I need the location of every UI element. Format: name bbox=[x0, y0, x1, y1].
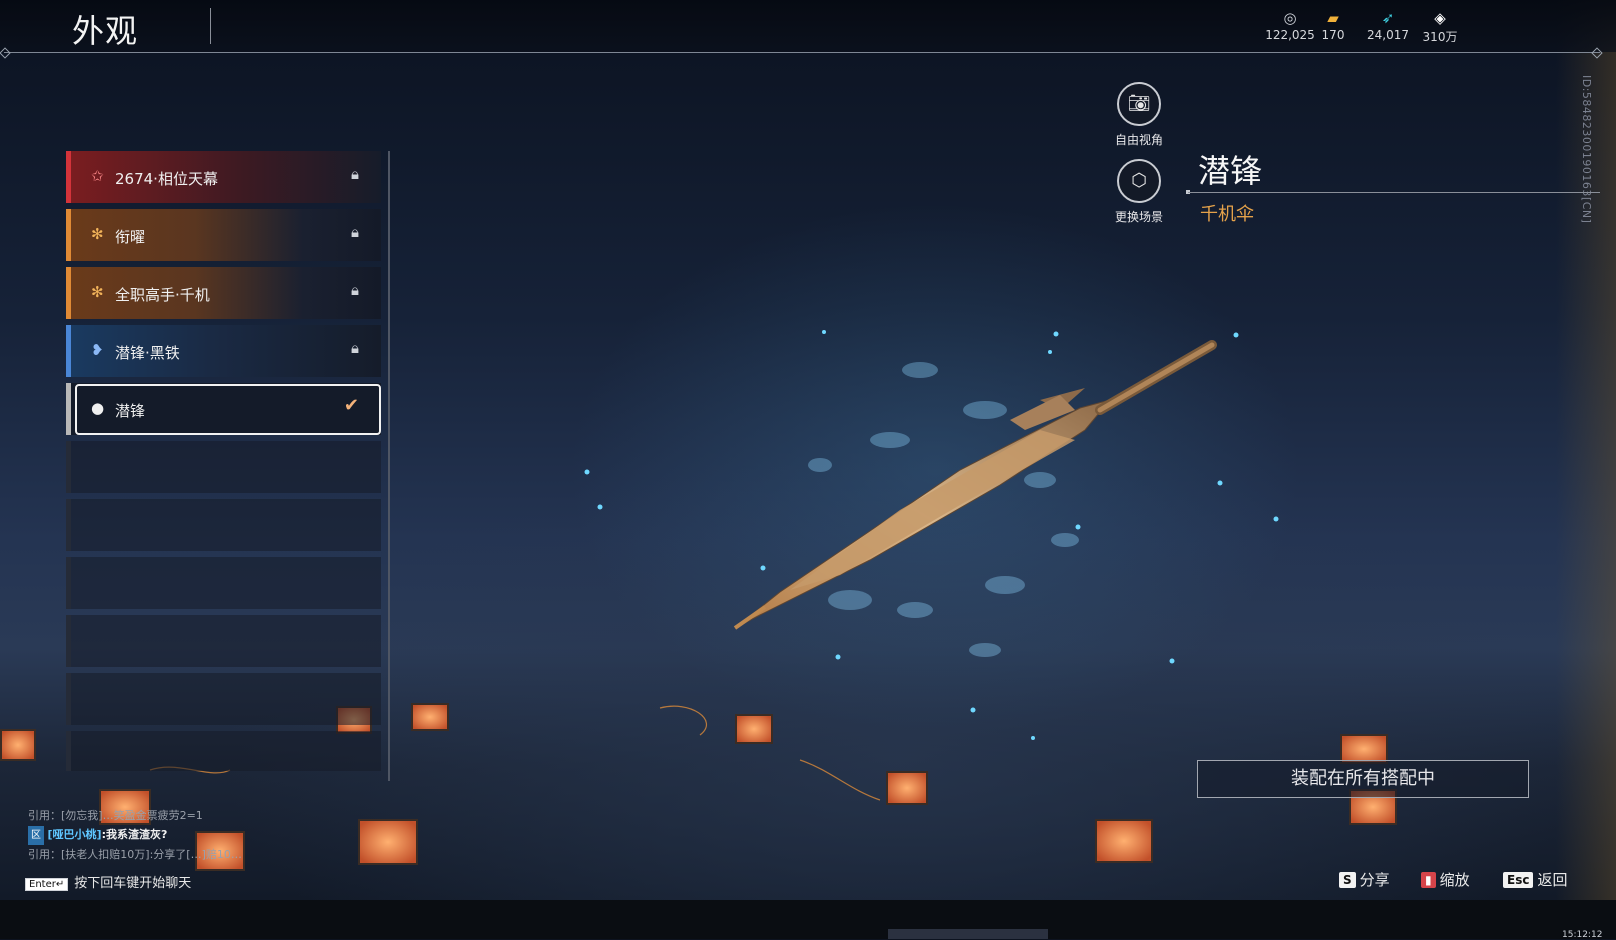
camera-icon: 📷︎ bbox=[1127, 93, 1151, 114]
change-scene-label: 更换场景 bbox=[1114, 210, 1163, 224]
skin-item-qianfeng-heitie[interactable]: ❥ 潜锋·黑铁 🔒︎ bbox=[66, 325, 381, 377]
checkmark-icon: ✔ bbox=[343, 395, 359, 416]
title-separator bbox=[210, 8, 211, 44]
blue-gem-icon: ❥ bbox=[91, 341, 104, 359]
skin-item-quanzhi[interactable]: ✻ 全职高手·千机 🔒︎ bbox=[66, 267, 381, 319]
skin-item-xianyao[interactable]: ✻ 衔曜 🔒︎ bbox=[66, 209, 381, 261]
zoom-hint[interactable]: ▮ 缩放 bbox=[1421, 869, 1470, 890]
white-gem-icon: ● bbox=[91, 399, 105, 417]
lock-icon: 🔒︎ bbox=[351, 281, 359, 299]
cube-icon: ⬡ bbox=[1131, 170, 1147, 191]
orange-gem-icon: ✻ bbox=[91, 225, 104, 243]
gold-ticket-icon: ▰ bbox=[1327, 9, 1339, 27]
key-s: S bbox=[1339, 872, 1356, 888]
key-esc: Esc bbox=[1503, 872, 1534, 888]
skin-item-qianfeng[interactable]: ● 潜锋 ✔ bbox=[66, 383, 381, 435]
channel-badge: 区 bbox=[28, 826, 44, 845]
currency-feather[interactable]: ➶ 24,017 bbox=[1357, 8, 1419, 42]
empty-slot bbox=[66, 673, 381, 725]
free-view-button[interactable]: 📷︎ bbox=[1117, 82, 1161, 126]
chat-message: :我系渣渣灰? bbox=[101, 828, 168, 841]
os-taskbar bbox=[0, 900, 1616, 939]
currency-diamond-value: 310万 bbox=[1422, 30, 1458, 44]
umbrella-weapon-model bbox=[733, 340, 1217, 630]
chat-input-label: 按下回车键开始聊天 bbox=[74, 876, 192, 891]
equip-all-outfits-button[interactable]: 装配在所有搭配中 bbox=[1197, 760, 1529, 798]
chat-line: 引用：[勿忘我]…笑盈金票疲劳2=1 bbox=[28, 809, 203, 822]
change-scene-button[interactable]: ⬡ bbox=[1117, 159, 1161, 203]
feather-icon: ➶ bbox=[1381, 9, 1395, 27]
spark-particles bbox=[584, 330, 1279, 740]
chat-log: 引用：[勿忘我]…笑盈金票疲劳2=1 区 [哑巴小桃]:我系渣渣灰? 引用：[扶… bbox=[28, 806, 288, 864]
lock-icon: 🔒︎ bbox=[351, 165, 359, 183]
list-scrollbar[interactable] bbox=[388, 151, 390, 781]
free-view-label: 自由视角 bbox=[1114, 133, 1163, 147]
zoom-label: 缩放 bbox=[1439, 871, 1470, 889]
item-name: 潜锋 bbox=[1198, 152, 1263, 190]
currency-feather-value: 24,017 bbox=[1367, 28, 1409, 42]
chat-input-hint[interactable]: Enter↵ 按下回车键开始聊天 bbox=[25, 872, 191, 891]
chat-line: 区 [哑巴小桃]:我系渣渣灰? bbox=[28, 825, 288, 845]
currency-coins-value: 122,025 bbox=[1265, 28, 1315, 42]
player-id-text: ID:584823001901​63[CN] bbox=[1580, 75, 1593, 224]
skin-item-label: 潜锋 bbox=[115, 402, 146, 420]
skin-item-label: 潜锋·黑铁 bbox=[115, 344, 180, 362]
item-type: 千机伞 bbox=[1200, 204, 1254, 225]
empty-slot bbox=[66, 731, 381, 771]
share-hint[interactable]: S 分享 bbox=[1339, 869, 1390, 890]
header-divider-line bbox=[4, 52, 1600, 53]
skin-item-label: 2674·相位天幕 bbox=[115, 170, 218, 188]
taskbar-active-app[interactable] bbox=[888, 929, 1048, 939]
skin-item-label: 全职高手·千机 bbox=[115, 286, 210, 304]
back-hint[interactable]: Esc 返回 bbox=[1503, 869, 1567, 890]
enter-key: Enter↵ bbox=[25, 878, 69, 891]
mouse-icon: ▮ bbox=[1421, 872, 1436, 888]
diamond-icon: ◈ bbox=[1434, 9, 1446, 27]
page-title: 外观 bbox=[72, 12, 139, 50]
back-label: 返回 bbox=[1537, 871, 1568, 889]
empty-slot bbox=[66, 615, 381, 667]
skin-item-2674[interactable]: ✩ 2674·相位天幕 🔒︎ bbox=[66, 151, 381, 203]
name-underline bbox=[1188, 192, 1600, 193]
empty-slot bbox=[66, 499, 381, 551]
share-label: 分享 bbox=[1359, 871, 1390, 889]
currency-ticket-value: 170 bbox=[1321, 28, 1345, 42]
orange-gem-icon: ✻ bbox=[91, 283, 104, 301]
lock-icon: 🔒︎ bbox=[351, 339, 359, 357]
chat-line: 引用：[扶老人扣赔10万]:分享了[…]赔10… bbox=[28, 848, 242, 861]
star-gem-icon: ✩ bbox=[91, 167, 104, 185]
chat-username[interactable]: [哑巴小桃] bbox=[48, 828, 102, 841]
currency-diamond[interactable]: ◈ 310万 bbox=[1414, 8, 1466, 45]
skin-list: ✩ 2674·相位天幕 🔒︎ ✻ 衔曜 🔒︎ ✻ 全职高手·千机 🔒︎ ❥ 潜锋… bbox=[66, 151, 384, 777]
empty-slot bbox=[66, 557, 381, 609]
skin-item-label: 衔曜 bbox=[115, 228, 146, 246]
empty-slot bbox=[66, 441, 381, 493]
currency-ticket[interactable]: ▰ 170 bbox=[1310, 8, 1356, 42]
lock-icon: 🔒︎ bbox=[351, 223, 359, 241]
